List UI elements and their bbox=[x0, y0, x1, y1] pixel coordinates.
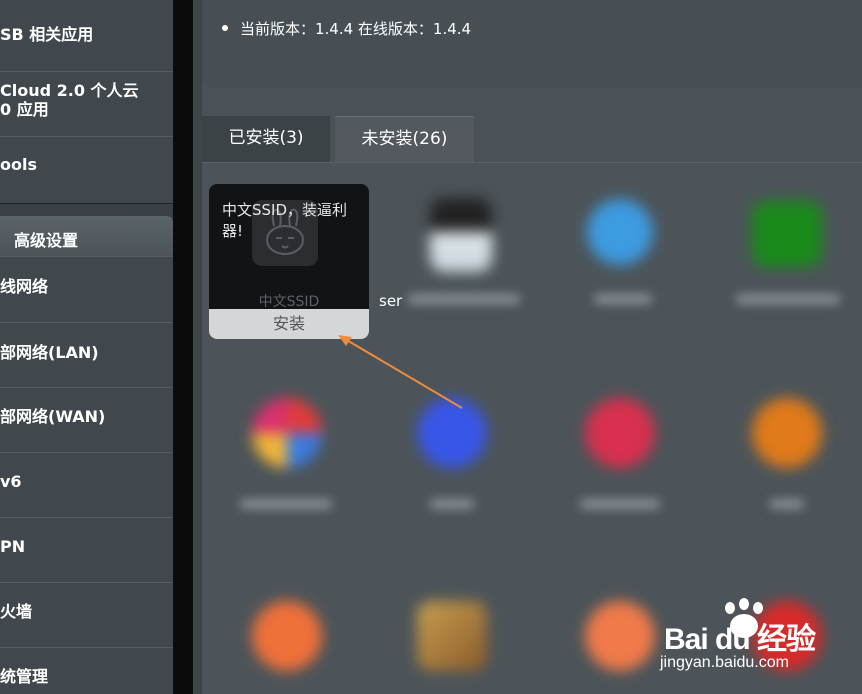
watermark-url: jingyan.baidu.com bbox=[660, 654, 789, 671]
sidebar: SB 相关应用 Cloud 2.0 个人云 0 应用 ools 高级设置 线网络… bbox=[0, 0, 173, 694]
version-text: 当前版本：1.4.4 在线版本：1.4.4 bbox=[240, 20, 472, 38]
app-color-wheel-icon[interactable] bbox=[252, 398, 322, 468]
sidebar-item-label: 统管理 bbox=[0, 667, 49, 686]
app-avatar-icon[interactable] bbox=[430, 198, 492, 272]
app-label bbox=[736, 294, 840, 304]
sidebar-item-ipv6[interactable]: v6 bbox=[0, 452, 173, 517]
app-label bbox=[430, 499, 474, 509]
sidebar-item-label: Cloud 2.0 个人云 0 应用 bbox=[0, 81, 139, 119]
advanced-settings-title: 高级设置 bbox=[14, 231, 79, 250]
sidebar-item-tools[interactable]: ools bbox=[0, 136, 173, 203]
tab-uninstalled[interactable]: 未安装(26) bbox=[335, 116, 474, 163]
app-name: 中文SSID bbox=[258, 294, 320, 310]
app-label bbox=[580, 499, 660, 509]
tab-underline bbox=[202, 162, 862, 163]
tab-installed[interactable]: 已安装(3) bbox=[202, 116, 330, 162]
app-label-partial: ser bbox=[379, 292, 403, 310]
app-green-icon[interactable] bbox=[752, 201, 822, 267]
app-label bbox=[594, 294, 652, 304]
baidu-watermark: Bai du 经验 jingyan.baidu.com bbox=[640, 598, 850, 688]
app-tiles-icon[interactable] bbox=[417, 601, 487, 671]
layout-divider bbox=[173, 0, 193, 694]
sidebar-item-label: v6 bbox=[0, 472, 22, 491]
sidebar-item-lan[interactable]: 部网络(LAN) bbox=[0, 322, 173, 387]
sidebar-item-wireless[interactable]: 线网络 bbox=[0, 256, 173, 322]
sidebar-item-label: PN bbox=[0, 537, 26, 556]
app-label bbox=[770, 499, 804, 509]
sidebar-item-administration[interactable]: 统管理 bbox=[0, 647, 173, 694]
advanced-settings-header: 高级设置 bbox=[0, 216, 173, 256]
watermark-brand: Bai du 经验 bbox=[664, 623, 816, 656]
sidebar-item-label: 部网络(WAN) bbox=[0, 407, 106, 426]
app-blue-icon[interactable] bbox=[587, 199, 653, 265]
sidebar-item-vpn[interactable]: PN bbox=[0, 517, 173, 582]
sidebar-item-wan[interactable]: 部网络(WAN) bbox=[0, 387, 173, 452]
sidebar-group-apps: SB 相关应用 Cloud 2.0 个人云 0 应用 ools bbox=[0, 0, 173, 204]
sidebar-item-usb-apps[interactable]: SB 相关应用 bbox=[0, 0, 173, 71]
sidebar-item-aicloud[interactable]: Cloud 2.0 个人云 0 应用 bbox=[0, 71, 173, 136]
sidebar-item-firewall[interactable]: 火墙 bbox=[0, 582, 173, 647]
sidebar-item-label: 部网络(LAN) bbox=[0, 343, 99, 362]
app-orange-red-icon[interactable] bbox=[252, 601, 322, 671]
sidebar-item-label: 火墙 bbox=[0, 602, 33, 621]
version-panel: 当前版本：1.4.4 在线版本：1.4.4 bbox=[202, 0, 862, 88]
sidebar-group-advanced: 高级设置 线网络 部网络(LAN) 部网络(WAN) v6 PN 火墙 统管理 bbox=[0, 216, 173, 694]
app-label bbox=[240, 499, 332, 509]
main-edge bbox=[193, 0, 202, 694]
sidebar-item-label: ools bbox=[0, 155, 37, 174]
app-description: 中文SSID，装逼利器! bbox=[222, 201, 348, 240]
install-button[interactable]: 安装 bbox=[209, 309, 369, 339]
bullet-icon bbox=[222, 25, 228, 31]
sidebar-item-label: 线网络 bbox=[0, 277, 49, 296]
app-red-icon[interactable] bbox=[585, 398, 655, 468]
app-orange-icon[interactable] bbox=[752, 398, 822, 468]
app-label bbox=[408, 294, 520, 304]
app-blue-round-icon[interactable] bbox=[417, 398, 487, 468]
app-card-chinese-ssid[interactable]: 中文SSID，装逼利器! 中文SSID 安装 bbox=[209, 184, 369, 339]
sidebar-item-label: SB 相关应用 bbox=[0, 25, 94, 44]
